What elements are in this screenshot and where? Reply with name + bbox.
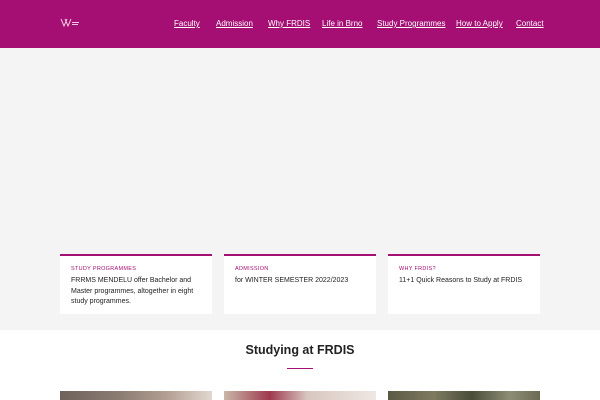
nav-study-programmes[interactable]: Study Programmes — [377, 18, 445, 30]
section-divider — [287, 368, 313, 369]
card-study-programmes[interactable]: STUDY PROGRAMMES FRRMS MENDELU offer Bac… — [60, 254, 212, 314]
card-kicker: ADMISSION — [235, 266, 269, 272]
nav-why-frdis[interactable]: Why FRDIS — [268, 18, 310, 30]
nav-admission[interactable]: Admission — [216, 18, 253, 30]
studying-image-2[interactable] — [224, 391, 376, 400]
nav-how-to-apply[interactable]: How to Apply — [456, 18, 503, 30]
nav-contact[interactable]: Contact — [516, 18, 544, 30]
studying-image-1[interactable] — [60, 391, 212, 400]
card-kicker: STUDY PROGRAMMES — [71, 266, 137, 272]
site-header: Faculty Admission Why FRDIS Life in Brno… — [0, 0, 600, 48]
main-nav: Faculty Admission Why FRDIS Life in Brno… — [0, 18, 600, 30]
card-admission[interactable]: ADMISSION for WINTER SEMESTER 2022/2023 — [224, 254, 376, 314]
card-text: FRRMS MENDELU offer Bachelor and Master … — [71, 277, 194, 305]
section-title: Studying at FRDIS — [245, 343, 355, 357]
card-text: 11+1 Quick Reasons to Study at FRDIS — [399, 277, 523, 284]
studying-image-3[interactable] — [388, 391, 540, 400]
nav-life-in-brno[interactable]: Life in Brno — [322, 18, 362, 30]
nav-faculty[interactable]: Faculty — [174, 18, 200, 30]
card-why-frdis[interactable]: WHY FRDIS? 11+1 Quick Reasons to Study a… — [388, 254, 540, 314]
card-text: for WINTER SEMESTER 2022/2023 — [235, 277, 349, 284]
card-kicker: WHY FRDIS? — [399, 266, 436, 272]
